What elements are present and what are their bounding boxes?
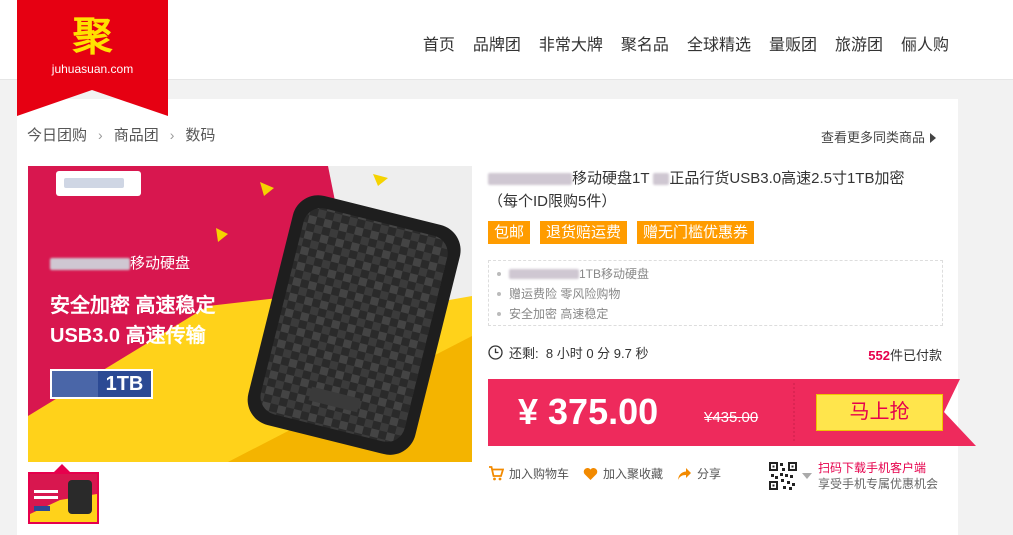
main-nav: 首页 品牌团 非常大牌 聚名品 全球精选 量贩团 旅游团 俪人购: [423, 31, 949, 55]
add-favorite-button[interactable]: 加入聚收藏: [583, 465, 663, 482]
breadcrumb-product-group[interactable]: 商品团: [114, 124, 159, 145]
capacity-badge: 1TB: [50, 369, 153, 399]
buy-now-button[interactable]: 马上抢: [816, 394, 943, 431]
tag-free-shipping: 包邮: [488, 221, 531, 244]
app-download-promo[interactable]: 扫码下载手机客户端 享受手机专属优惠机会: [818, 460, 938, 492]
hero-line-2: USB3.0 高速传输: [50, 325, 206, 347]
promo-tags: 包邮 退货赔运费 赠无门槛优惠券: [488, 221, 755, 244]
product-main-image[interactable]: 移动硬盘 安全加密 高速稳定 USB3.0 高速传输 1TB: [28, 166, 472, 462]
breadcrumb-separator-icon: ›: [169, 126, 175, 143]
breadcrumb-digital[interactable]: 数码: [185, 124, 215, 145]
tag-return-shipping: 退货赔运费: [540, 221, 628, 244]
countdown: 还剩: 8 小时 0 分 9.7 秒: [488, 343, 648, 362]
logo-domain: juhuasuan.com: [51, 62, 134, 76]
add-to-cart-button[interactable]: 加入购物车: [488, 465, 569, 482]
feature-item: 1TB移动硬盘: [497, 264, 942, 284]
current-price: ¥ 375.00: [518, 391, 659, 432]
hero-subtitle: 移动硬盘: [50, 252, 190, 273]
qr-code-icon[interactable]: [768, 461, 798, 491]
hero-line-1: 安全加密 高速稳定: [50, 295, 216, 317]
nav-brand-group[interactable]: 品牌团: [473, 31, 521, 55]
share-button[interactable]: 分享: [677, 465, 721, 482]
product-panel: 今日团购 › 商品团 › 数码 查看更多同类商品 移动硬盘 安全加密 高速稳定 …: [17, 99, 976, 535]
clock-icon: [488, 345, 503, 360]
countdown-value: 8 小时 0 分 9.7 秒: [545, 346, 649, 361]
site-header: 聚 juhuasuan.com 首页 品牌团 非常大牌 聚名品 全球精选 量贩团…: [0, 0, 1013, 116]
countdown-label: 还剩:: [509, 346, 539, 361]
nav-luxury[interactable]: 聚名品: [621, 31, 669, 55]
product-thumbnail[interactable]: [28, 472, 99, 524]
share-icon: [678, 467, 692, 480]
dropdown-caret-icon[interactable]: [802, 473, 812, 479]
feature-item: 安全加密 高速稳定: [497, 304, 942, 324]
original-price: ¥435.00: [704, 409, 759, 426]
price-bar: ¥ 375.00 ¥435.00 马上抢: [488, 379, 976, 446]
nav-travel[interactable]: 旅游团: [835, 31, 883, 55]
nav-big-brands[interactable]: 非常大牌: [539, 31, 603, 55]
breadcrumb-today[interactable]: 今日团购: [27, 124, 87, 145]
site-logo[interactable]: 聚 juhuasuan.com: [17, 0, 168, 116]
nav-beauty[interactable]: 俪人购: [901, 31, 949, 55]
brand-logo-icon: [52, 371, 98, 397]
heart-icon: [583, 467, 598, 480]
breadcrumb-separator-icon: ›: [98, 126, 103, 143]
sold-count: 552件已付款: [868, 348, 942, 363]
logo-character: 聚: [72, 13, 113, 60]
product-title: 移动硬盘1T 正品行货USB3.0高速2.5寸1TB加密 （每个ID限购5件）: [488, 170, 905, 210]
feature-item: 赠运费险 零风险购物: [497, 284, 942, 304]
capacity-label: 1TB: [98, 371, 151, 397]
product-actions: 加入购物车 加入聚收藏 分享: [488, 465, 721, 482]
breadcrumb: 今日团购 › 商品团 › 数码: [27, 124, 215, 145]
more-similar-link[interactable]: 查看更多同类商品: [821, 127, 936, 146]
thumb-pointer-icon: [54, 464, 70, 472]
cart-icon: [489, 466, 504, 481]
tag-coupon: 赠无门槛优惠券: [637, 221, 755, 244]
nav-home[interactable]: 首页: [423, 31, 455, 55]
feature-list: 1TB移动硬盘 赠运费险 零风险购物 安全加密 高速稳定: [488, 260, 943, 326]
nav-bulk[interactable]: 量贩团: [769, 31, 817, 55]
nav-global[interactable]: 全球精选: [687, 31, 751, 55]
